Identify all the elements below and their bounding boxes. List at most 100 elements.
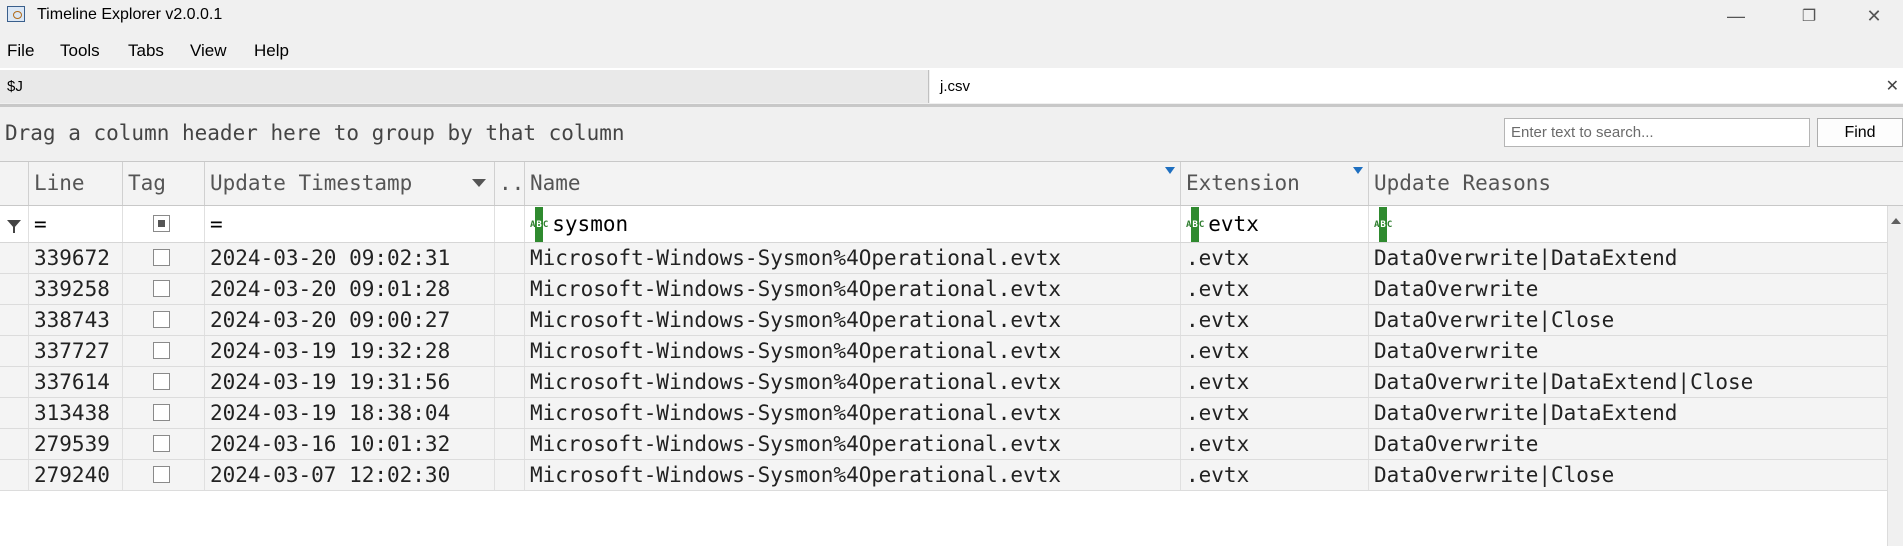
cell-line[interactable]: 338743 <box>28 305 122 335</box>
tag-filter-checkbox[interactable] <box>153 215 170 232</box>
restore-button[interactable]: ❐ <box>1780 0 1838 32</box>
menu-help[interactable]: Help <box>254 41 289 61</box>
column-header-update-timestamp[interactable]: Update Timestamp <box>204 162 494 205</box>
cell-collapsed[interactable] <box>494 367 524 397</box>
filter-cell-name[interactable]: ABC sysmon <box>524 206 1180 242</box>
cell-extension[interactable]: .evtx <box>1180 336 1368 366</box>
cell-update-reasons[interactable]: DataOverwrite <box>1368 429 1887 459</box>
cell-update-timestamp[interactable]: 2024-03-07 12:02:30 <box>204 460 494 490</box>
cell-extension[interactable]: .evtx <box>1180 398 1368 428</box>
tab-j[interactable]: $J <box>0 70 929 103</box>
cell-name[interactable]: Microsoft-Windows-Sysmon%4Operational.ev… <box>524 243 1180 273</box>
cell-extension[interactable]: .evtx <box>1180 429 1368 459</box>
tab-j-csv[interactable]: j.csv ✕ <box>930 70 1903 103</box>
cell-extension[interactable]: .evtx <box>1180 305 1368 335</box>
menu-file[interactable]: File <box>7 41 34 61</box>
cell-update-reasons[interactable]: DataOverwrite|DataExtend <box>1368 398 1887 428</box>
row-indicator[interactable] <box>0 274 28 304</box>
filter-active-icon[interactable] <box>1353 167 1363 174</box>
cell-update-reasons[interactable]: DataOverwrite|DataExtend|Close <box>1368 367 1887 397</box>
cell-update-reasons[interactable]: DataOverwrite|Close <box>1368 460 1887 490</box>
filter-cell-line[interactable]: = <box>28 206 122 242</box>
column-header-collapsed[interactable]: ... <box>494 162 524 205</box>
row-indicator[interactable] <box>0 243 28 273</box>
cell-extension[interactable]: .evtx <box>1180 243 1368 273</box>
table-row[interactable]: 338743 2024-03-20 09:00:27 Microsoft-Windo… <box>0 305 1903 336</box>
cell-collapsed[interactable] <box>494 398 524 428</box>
cell-collapsed[interactable] <box>494 460 524 490</box>
cell-update-timestamp[interactable]: 2024-03-19 19:31:56 <box>204 367 494 397</box>
table-row[interactable]: 337727 2024-03-19 19:32:28 Microsoft-Windo… <box>0 336 1903 367</box>
cell-extension[interactable]: .evtx <box>1180 274 1368 304</box>
cell-collapsed[interactable] <box>494 305 524 335</box>
tag-checkbox[interactable] <box>153 373 170 390</box>
cell-line[interactable]: 279539 <box>28 429 122 459</box>
scroll-up-icon[interactable] <box>1891 218 1901 224</box>
row-indicator[interactable] <box>0 367 28 397</box>
sort-descending-icon[interactable] <box>472 179 486 187</box>
row-indicator[interactable] <box>0 305 28 335</box>
tag-checkbox[interactable] <box>153 342 170 359</box>
column-header-name[interactable]: Name <box>524 162 1180 205</box>
cell-update-reasons[interactable]: DataOverwrite|DataExtend <box>1368 243 1887 273</box>
filter-active-icon[interactable] <box>1165 167 1175 174</box>
table-row[interactable]: 279539 2024-03-16 10:01:32 Microsoft-Windo… <box>0 429 1903 460</box>
tag-checkbox[interactable] <box>153 311 170 328</box>
table-row[interactable]: 279240 2024-03-07 12:02:30 Microsoft-Windo… <box>0 460 1903 491</box>
vertical-scrollbar[interactable] <box>1887 206 1903 546</box>
cell-update-timestamp[interactable]: 2024-03-16 10:01:32 <box>204 429 494 459</box>
cell-collapsed[interactable] <box>494 274 524 304</box>
table-row[interactable]: 337614 2024-03-19 19:31:56 Microsoft-Windo… <box>0 367 1903 398</box>
tag-checkbox[interactable] <box>153 435 170 452</box>
filter-cell-update-reasons[interactable]: ABC <box>1368 206 1887 242</box>
row-indicator[interactable] <box>0 429 28 459</box>
cell-update-timestamp[interactable]: 2024-03-19 19:32:28 <box>204 336 494 366</box>
cell-update-timestamp[interactable]: 2024-03-20 09:00:27 <box>204 305 494 335</box>
tag-checkbox[interactable] <box>153 404 170 421</box>
table-row[interactable]: 339258 2024-03-20 09:01:28 Microsoft-Windo… <box>0 274 1903 305</box>
cell-extension[interactable]: .evtx <box>1180 460 1368 490</box>
table-row[interactable]: 339672 2024-03-20 09:02:31 Microsoft-Windo… <box>0 243 1903 274</box>
filter-cell-extension[interactable]: ABC evtx <box>1180 206 1368 242</box>
cell-name[interactable]: Microsoft-Windows-Sysmon%4Operational.ev… <box>524 429 1180 459</box>
menu-tabs[interactable]: Tabs <box>128 41 164 61</box>
cell-collapsed[interactable] <box>494 336 524 366</box>
cell-collapsed[interactable] <box>494 429 524 459</box>
row-indicator[interactable] <box>0 460 28 490</box>
cell-update-timestamp[interactable]: 2024-03-19 18:38:04 <box>204 398 494 428</box>
tab-close-icon[interactable]: ✕ <box>1886 70 1899 103</box>
minimize-button[interactable]: — <box>1707 0 1765 32</box>
cell-extension[interactable]: .evtx <box>1180 367 1368 397</box>
row-indicator[interactable] <box>0 336 28 366</box>
tag-checkbox[interactable] <box>153 249 170 266</box>
menu-view[interactable]: View <box>190 41 227 61</box>
cell-line[interactable]: 337614 <box>28 367 122 397</box>
cell-line[interactable]: 337727 <box>28 336 122 366</box>
filter-cell-timestamp[interactable]: = <box>204 206 494 242</box>
cell-line[interactable]: 313438 <box>28 398 122 428</box>
cell-update-timestamp[interactable]: 2024-03-20 09:02:31 <box>204 243 494 273</box>
cell-update-reasons[interactable]: DataOverwrite|Close <box>1368 305 1887 335</box>
column-header-line[interactable]: Line <box>28 162 122 205</box>
cell-line[interactable]: 279240 <box>28 460 122 490</box>
column-header-update-reasons[interactable]: Update Reasons <box>1368 162 1903 205</box>
cell-name[interactable]: Microsoft-Windows-Sysmon%4Operational.ev… <box>524 367 1180 397</box>
tag-checkbox[interactable] <box>153 280 170 297</box>
cell-name[interactable]: Microsoft-Windows-Sysmon%4Operational.ev… <box>524 305 1180 335</box>
cell-update-reasons[interactable]: DataOverwrite <box>1368 274 1887 304</box>
cell-name[interactable]: Microsoft-Windows-Sysmon%4Operational.ev… <box>524 398 1180 428</box>
search-input[interactable] <box>1504 118 1810 147</box>
row-indicator[interactable] <box>0 398 28 428</box>
cell-line[interactable]: 339672 <box>28 243 122 273</box>
column-header-tag[interactable]: Tag <box>122 162 204 205</box>
cell-collapsed[interactable] <box>494 243 524 273</box>
find-button[interactable]: Find <box>1817 118 1903 147</box>
menu-tools[interactable]: Tools <box>60 41 100 61</box>
table-row[interactable]: 313438 2024-03-19 18:38:04 Microsoft-Windo… <box>0 398 1903 429</box>
cell-update-reasons[interactable]: DataOverwrite <box>1368 336 1887 366</box>
filter-cell-tag[interactable] <box>122 206 204 242</box>
cell-name[interactable]: Microsoft-Windows-Sysmon%4Operational.ev… <box>524 336 1180 366</box>
close-button[interactable]: ✕ <box>1845 0 1903 32</box>
cell-name[interactable]: Microsoft-Windows-Sysmon%4Operational.ev… <box>524 274 1180 304</box>
cell-line[interactable]: 339258 <box>28 274 122 304</box>
